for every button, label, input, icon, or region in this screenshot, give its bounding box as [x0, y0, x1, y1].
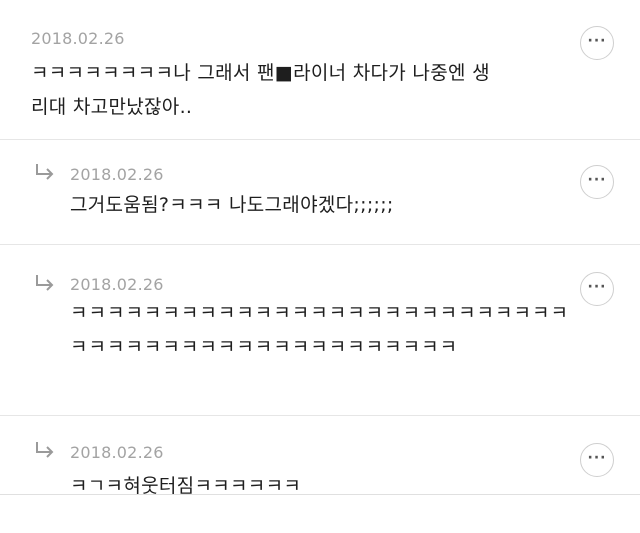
more-options-icon: ···: [587, 450, 607, 466]
reply-arrow-icon: [36, 442, 54, 458]
comment-text-line: ㅋㅋㅋㅋㅋㅋㅋㅋ나 그래서 팬■라이너 차다가 나중엔 생: [31, 62, 490, 84]
more-options-icon: ···: [587, 279, 607, 295]
more-options-button[interactable]: ···: [580, 26, 614, 60]
more-options-button[interactable]: ···: [580, 272, 614, 306]
comment-text-line: 리대 차고만났잖아..: [31, 96, 193, 118]
comment-date: 2018.02.26: [70, 275, 164, 294]
comment-item: 2018.02.26 ㅋㅋㅋㅋㅋㅋㅋㅋ나 그래서 팬■라이너 차다가 나중엔 생…: [0, 0, 640, 140]
comment-text-line: ㅋㅋㅋㅋㅋㅋㅋㅋㅋㅋㅋㅋㅋㅋㅋㅋㅋㅋㅋㅋㅋㅋㅋㅋㅋㅋㅋ: [70, 302, 569, 324]
comment-text: ㅋㄱㅋ혀웃터짐ㅋㅋㅋㅋㅋㅋ: [70, 469, 302, 495]
comment-text-line: ㅋㅋㅋㅋㅋㅋㅋㅋㅋㅋㅋㅋㅋㅋㅋㅋㅋㅋㅋㅋㅋ: [70, 336, 459, 358]
more-options-icon: ···: [587, 172, 607, 188]
comment-text-line: 그거도움됨?ㅋㅋㅋ 나도그래야겠다;;;;;;: [70, 194, 394, 216]
comment-date: 2018.02.26: [70, 165, 164, 184]
comment-text: 그거도움됨?ㅋㅋㅋ 나도그래야겠다;;;;;;: [70, 188, 394, 222]
reply-item: 2018.02.26 ㅋㅋㅋㅋㅋㅋㅋㅋㅋㅋㅋㅋㅋㅋㅋㅋㅋㅋㅋㅋㅋㅋㅋㅋㅋㅋㅋ ㅋ…: [0, 246, 640, 416]
more-options-button[interactable]: ···: [580, 165, 614, 199]
reply-item: 2018.02.26 ㅋㄱㅋ혀웃터짐ㅋㅋㅋㅋㅋㅋ ···: [0, 417, 640, 495]
reply-item: 2018.02.26 그거도움됨?ㅋㅋㅋ 나도그래야겠다;;;;;; ···: [0, 141, 640, 245]
comment-text: ㅋㅋㅋㅋㅋㅋㅋㅋ나 그래서 팬■라이너 차다가 나중엔 생 리대 차고만났잖아.…: [31, 56, 490, 124]
more-options-button[interactable]: ···: [580, 443, 614, 477]
reply-arrow-icon: [36, 275, 54, 291]
more-options-icon: ···: [587, 33, 607, 49]
comment-text: ㅋㅋㅋㅋㅋㅋㅋㅋㅋㅋㅋㅋㅋㅋㅋㅋㅋㅋㅋㅋㅋㅋㅋㅋㅋㅋㅋ ㅋㅋㅋㅋㅋㅋㅋㅋㅋㅋㅋㅋ…: [70, 296, 569, 364]
comment-date: 2018.02.26: [31, 29, 125, 48]
reply-arrow-icon: [36, 164, 54, 180]
comment-text-line: ㅋㄱㅋ혀웃터짐ㅋㅋㅋㅋㅋㅋ: [70, 475, 302, 495]
comment-date: 2018.02.26: [70, 443, 164, 462]
